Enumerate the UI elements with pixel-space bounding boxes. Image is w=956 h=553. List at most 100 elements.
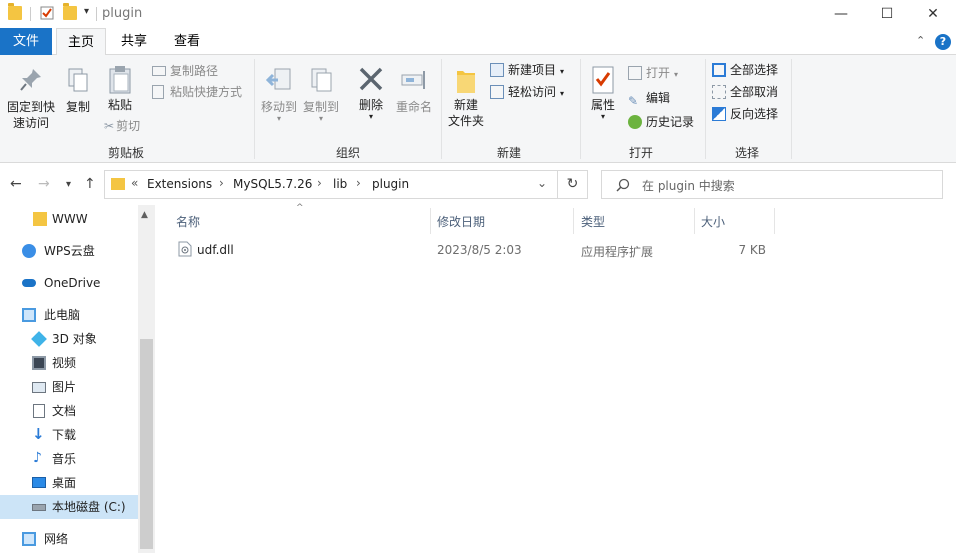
column-header-name[interactable]: 名称 bbox=[176, 213, 200, 230]
paste-label: 粘贴 bbox=[107, 98, 132, 112]
recent-locations-chevron-icon[interactable]: ▾ bbox=[66, 179, 71, 190]
properties-button[interactable]: 属性 ▾ bbox=[586, 65, 620, 121]
folder-icon bbox=[33, 212, 47, 226]
rename-label: 重命名 bbox=[395, 100, 432, 114]
scroll-thumb[interactable] bbox=[140, 339, 153, 549]
close-button[interactable]: ✕ bbox=[910, 0, 956, 28]
tab-home[interactable]: 主页 bbox=[56, 28, 106, 56]
nav-item-videos[interactable]: 视频 bbox=[0, 351, 138, 375]
nav-item-onedrive[interactable]: OneDrive bbox=[0, 271, 138, 295]
refresh-icon[interactable]: ↻ bbox=[558, 170, 588, 199]
maximize-button[interactable]: ☐ bbox=[864, 0, 910, 28]
breadcrumb-overflow[interactable]: « bbox=[131, 176, 138, 190]
tab-view[interactable]: 查看 bbox=[162, 28, 212, 55]
copy-path-button[interactable]: 复制路径 bbox=[152, 61, 218, 81]
copy-button[interactable]: 复制 bbox=[62, 67, 94, 115]
sort-ascending-icon: ^ bbox=[296, 203, 304, 213]
new-folder-icon bbox=[457, 71, 475, 93]
open-button[interactable]: 打开 ▾ bbox=[628, 63, 678, 83]
select-none-button[interactable]: 全部取消 bbox=[712, 82, 778, 102]
new-folder-label-1: 新建 bbox=[453, 98, 478, 112]
pictures-icon bbox=[32, 382, 46, 393]
history-button[interactable]: 历史记录 bbox=[628, 112, 694, 132]
pin-quick-access-button[interactable]: 固定到快 速访问 bbox=[4, 67, 58, 131]
copy-path-icon bbox=[152, 66, 166, 76]
group-label-open: 打开 bbox=[628, 146, 653, 160]
nav-item-music[interactable]: ♪ 音乐 bbox=[0, 447, 138, 471]
easy-access-icon bbox=[490, 85, 504, 99]
column-divider[interactable] bbox=[774, 208, 775, 234]
nav-item-label: 此电脑 bbox=[44, 308, 81, 322]
nav-item-www[interactable]: WWW bbox=[0, 207, 138, 231]
edit-button[interactable]: ✎ 编辑 bbox=[628, 88, 670, 108]
paste-icon bbox=[109, 66, 131, 94]
new-folder-button[interactable]: 新建 文件夹 bbox=[446, 65, 486, 129]
nav-item-label: 桌面 bbox=[52, 476, 77, 490]
nav-item-label: 3D 对象 bbox=[52, 332, 97, 346]
column-divider[interactable] bbox=[694, 208, 695, 234]
new-item-button[interactable]: 新建项目 ▾ bbox=[490, 60, 564, 80]
rename-icon bbox=[401, 71, 425, 89]
network-icon bbox=[22, 532, 36, 546]
move-to-label: 移动到 bbox=[260, 100, 297, 114]
column-divider[interactable] bbox=[430, 208, 431, 234]
nav-item-3d-objects[interactable]: 3D 对象 bbox=[0, 327, 138, 351]
help-icon[interactable]: ? bbox=[935, 34, 951, 50]
breadcrumb-extensions[interactable]: Extensions bbox=[147, 177, 212, 191]
minimize-button[interactable]: — bbox=[818, 0, 864, 28]
breadcrumb-plugin[interactable]: plugin bbox=[372, 177, 409, 191]
breadcrumb-mysql[interactable]: MySQL5.7.26 bbox=[233, 177, 312, 191]
file-name[interactable]: udf.dll bbox=[197, 243, 234, 257]
cut-button[interactable]: ✂ 剪切 bbox=[104, 116, 140, 136]
nav-scrollbar[interactable]: ▲ bbox=[138, 205, 155, 553]
nav-item-documents[interactable]: 文档 bbox=[0, 399, 138, 423]
paste-button[interactable]: 粘贴 bbox=[100, 65, 140, 113]
breadcrumb-lib[interactable]: lib bbox=[333, 177, 347, 191]
customize-toolbar-icon[interactable]: ▾ bbox=[84, 6, 89, 17]
tab-file[interactable]: 文件 bbox=[0, 28, 52, 55]
nav-item-downloads[interactable]: ↓ 下载 bbox=[0, 423, 138, 447]
invert-selection-button[interactable]: 反向选择 bbox=[712, 104, 778, 124]
nav-item-this-pc[interactable]: 此电脑 bbox=[0, 303, 138, 327]
breadcrumb-chevron-icon[interactable]: › bbox=[219, 176, 224, 190]
address-bar[interactable]: « Extensions › MySQL5.7.26 › lib › plugi… bbox=[104, 170, 558, 199]
copy-to-button[interactable]: 复制到 ▾ bbox=[300, 67, 342, 123]
column-divider[interactable] bbox=[573, 208, 574, 234]
file-list: ^ 名称 修改日期 类型 大小 udf.dll 2023/8/5 2:03 应用… bbox=[160, 203, 956, 553]
back-arrow-icon[interactable]: ← bbox=[10, 176, 22, 192]
divider bbox=[30, 7, 31, 21]
address-dropdown-icon[interactable]: ⌄ bbox=[537, 176, 547, 190]
copy-to-label: 复制到 bbox=[302, 100, 339, 114]
properties-check-icon[interactable] bbox=[40, 6, 54, 20]
forward-arrow-icon[interactable]: → bbox=[38, 176, 50, 192]
move-to-button[interactable]: 移动到 ▾ bbox=[258, 67, 300, 123]
divider bbox=[791, 59, 792, 159]
collapse-ribbon-icon[interactable]: ⌃ bbox=[916, 34, 925, 47]
breadcrumb-chevron-icon[interactable]: › bbox=[356, 176, 361, 190]
window-title: plugin bbox=[102, 6, 143, 21]
column-header-modified[interactable]: 修改日期 bbox=[437, 213, 485, 230]
new-folder-icon[interactable] bbox=[63, 3, 77, 20]
group-label-clipboard: 剪贴板 bbox=[107, 146, 144, 160]
delete-button[interactable]: 删除 ▾ bbox=[352, 65, 390, 121]
nav-item-local-disk-c[interactable]: 本地磁盘 (C:) bbox=[0, 495, 138, 519]
nav-item-wps-cloud[interactable]: WPS云盘 bbox=[0, 239, 138, 263]
easy-access-button[interactable]: 轻松访问 ▾ bbox=[490, 82, 564, 102]
up-arrow-icon[interactable]: ↑ bbox=[84, 176, 96, 192]
scroll-up-icon[interactable]: ▲ bbox=[141, 210, 148, 220]
search-icon bbox=[616, 178, 630, 192]
nav-item-desktop[interactable]: 桌面 bbox=[0, 471, 138, 495]
dropdown-arrow-icon: ▾ bbox=[560, 89, 565, 98]
nav-item-network[interactable]: 网络 bbox=[0, 527, 138, 551]
rename-button[interactable]: 重命名 bbox=[392, 67, 436, 115]
breadcrumb-chevron-icon[interactable]: › bbox=[317, 176, 322, 190]
search-box[interactable]: 在 plugin 中搜索 bbox=[601, 170, 943, 199]
paste-shortcut-button[interactable]: 粘贴快捷方式 bbox=[152, 82, 242, 102]
column-header-type[interactable]: 类型 bbox=[581, 213, 605, 230]
tab-share[interactable]: 共享 bbox=[112, 28, 156, 55]
pin-label-2: 速访问 bbox=[12, 116, 49, 130]
nav-item-pictures[interactable]: 图片 bbox=[0, 375, 138, 399]
move-to-icon bbox=[266, 68, 291, 90]
select-all-button[interactable]: 全部选择 bbox=[712, 60, 778, 80]
column-header-size[interactable]: 大小 bbox=[701, 213, 725, 230]
